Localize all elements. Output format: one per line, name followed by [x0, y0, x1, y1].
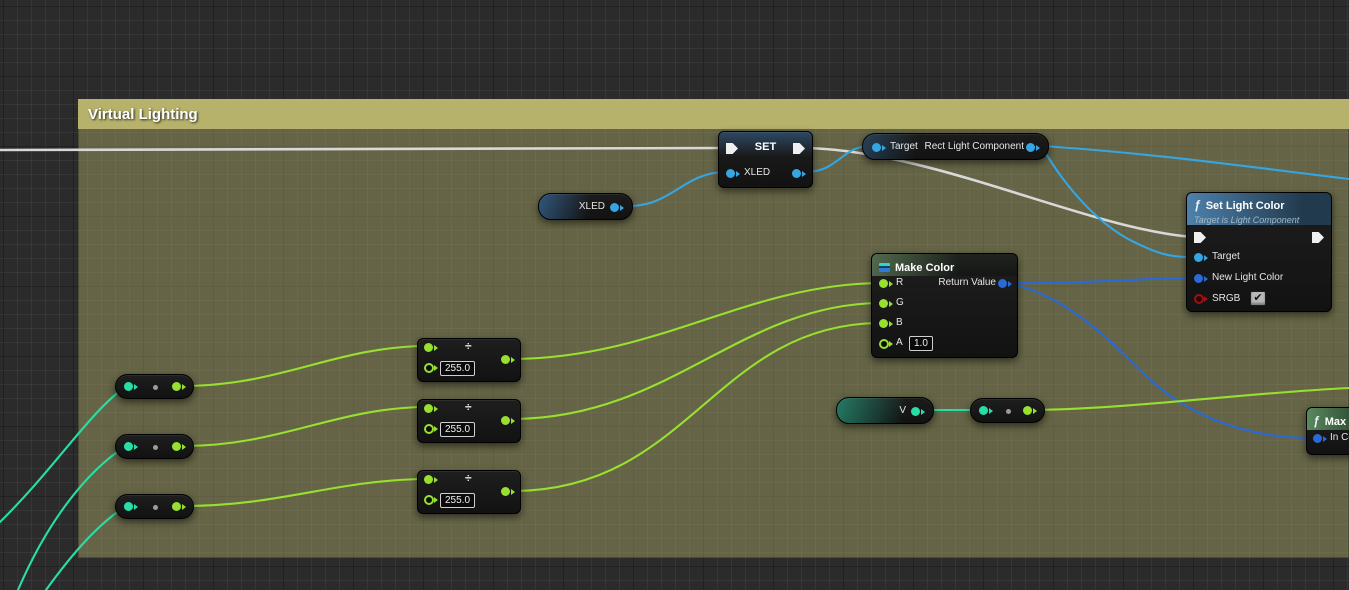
- variable-label: V: [899, 405, 906, 416]
- pin-rect-light-component-label: Rect Light Component: [924, 141, 1024, 152]
- comment-body: [78, 99, 1349, 558]
- pin-rect-light-component-output[interactable]: [1026, 143, 1035, 152]
- pin-r[interactable]: [879, 279, 888, 288]
- node-header[interactable]: ƒ Max (: [1307, 408, 1349, 430]
- pin-g-label: G: [896, 297, 904, 308]
- pin-dividend[interactable]: [424, 404, 433, 413]
- divisor-value-input[interactable]: 255.0: [440, 422, 475, 437]
- pin-a-label: A: [896, 337, 903, 348]
- divisor-value-input[interactable]: 255.0: [440, 493, 475, 508]
- function-icon: ƒ: [1194, 198, 1201, 212]
- node-conversion-g[interactable]: [115, 434, 194, 459]
- pin-return-value-label: Return Value: [938, 277, 996, 288]
- pin-divisor[interactable]: [424, 424, 434, 434]
- exec-out-pin[interactable]: [1312, 232, 1324, 243]
- make-struct-icon: [879, 263, 890, 272]
- comment-header[interactable]: Virtual Lighting: [78, 99, 1349, 129]
- pin-xled-output[interactable]: [792, 169, 801, 178]
- pin-float-out[interactable]: [1023, 406, 1032, 415]
- exec-in-pin[interactable]: [1194, 232, 1206, 243]
- divide-operator: ÷: [465, 340, 472, 352]
- pin-divisor[interactable]: [424, 495, 434, 505]
- pin-xled-out[interactable]: [610, 203, 619, 212]
- conversion-dot-icon: [1006, 409, 1011, 414]
- node-header[interactable]: ƒ Set Light Color Target is Light Compone…: [1187, 193, 1331, 225]
- node-subtitle: Target is Light Component: [1194, 215, 1324, 225]
- blueprint-graph-canvas[interactable]: Virtual Lighting SET XLED Target: [0, 0, 1349, 590]
- pin-result[interactable]: [501, 355, 510, 364]
- pin-target-label: Target: [1212, 251, 1240, 262]
- pin-g[interactable]: [879, 299, 888, 308]
- divide-operator: ÷: [465, 401, 472, 413]
- pin-dividend[interactable]: [424, 343, 433, 352]
- node-get-rect-light-component[interactable]: Target Rect Light Component: [862, 133, 1049, 160]
- pin-byte-in[interactable]: [979, 406, 988, 415]
- pin-dividend[interactable]: [424, 475, 433, 484]
- node-get-v[interactable]: V: [836, 397, 934, 424]
- divide-operator: ÷: [465, 472, 472, 484]
- function-icon: ƒ: [1313, 414, 1320, 428]
- conversion-dot-icon: [153, 445, 158, 450]
- conversion-dot-icon: [153, 505, 158, 510]
- pin-new-light-color[interactable]: [1194, 274, 1203, 283]
- pin-divisor[interactable]: [424, 363, 434, 373]
- pin-srgb-label: SRGB: [1212, 293, 1240, 304]
- pin-target-label: Target: [890, 141, 918, 152]
- pin-srgb[interactable]: [1194, 294, 1204, 304]
- pin-byte-in[interactable]: [124, 502, 133, 511]
- pin-in-color[interactable]: [1313, 434, 1322, 443]
- conversion-dot-icon: [153, 385, 158, 390]
- pin-a-value-input[interactable]: 1.0: [909, 336, 933, 351]
- srgb-checkbox[interactable]: ✔: [1250, 291, 1266, 306]
- pin-xled-label: XLED: [744, 167, 770, 178]
- pin-xled-input[interactable]: [726, 169, 735, 178]
- pin-float-out[interactable]: [172, 502, 181, 511]
- comment-box-virtual-lighting[interactable]: Virtual Lighting: [78, 99, 1349, 558]
- node-set-xled[interactable]: SET XLED: [718, 131, 813, 188]
- pin-return-value[interactable]: [998, 279, 1007, 288]
- pin-byte-in[interactable]: [124, 382, 133, 391]
- node-make-color[interactable]: Make Color R Return Value G B A 1.0: [871, 253, 1018, 358]
- pin-result[interactable]: [501, 416, 510, 425]
- node-get-xled[interactable]: XLED: [538, 193, 633, 220]
- pin-v-out[interactable]: [911, 407, 920, 416]
- node-conversion-v[interactable]: [970, 398, 1045, 423]
- pin-in-color-label: In Co: [1330, 432, 1349, 443]
- pin-byte-in[interactable]: [124, 442, 133, 451]
- node-max[interactable]: ƒ Max ( In Co: [1306, 407, 1349, 455]
- node-divide-g[interactable]: ÷ 255.0: [417, 399, 521, 443]
- node-title: Set Light Color: [1206, 200, 1285, 212]
- pin-result[interactable]: [501, 487, 510, 496]
- pin-a[interactable]: [879, 339, 889, 349]
- divisor-value-input[interactable]: 255.0: [440, 361, 475, 376]
- pin-target-input[interactable]: [872, 143, 881, 152]
- node-conversion-b[interactable]: [115, 494, 194, 519]
- node-set-light-color[interactable]: ƒ Set Light Color Target is Light Compone…: [1186, 192, 1332, 312]
- pin-b[interactable]: [879, 319, 888, 328]
- pin-float-out[interactable]: [172, 442, 181, 451]
- node-title: Max (: [1325, 416, 1349, 428]
- node-divide-b[interactable]: ÷ 255.0: [417, 470, 521, 514]
- node-header[interactable]: Make Color: [872, 254, 1017, 276]
- pin-float-out[interactable]: [172, 382, 181, 391]
- pin-b-label: B: [896, 317, 903, 328]
- node-title: Make Color: [895, 262, 954, 274]
- pin-r-label: R: [896, 277, 903, 288]
- node-divide-r[interactable]: ÷ 255.0: [417, 338, 521, 382]
- pin-target[interactable]: [1194, 253, 1203, 262]
- comment-title: Virtual Lighting: [88, 106, 198, 123]
- variable-label: XLED: [579, 201, 605, 212]
- node-conversion-r[interactable]: [115, 374, 194, 399]
- pin-new-light-color-label: New Light Color: [1212, 272, 1283, 283]
